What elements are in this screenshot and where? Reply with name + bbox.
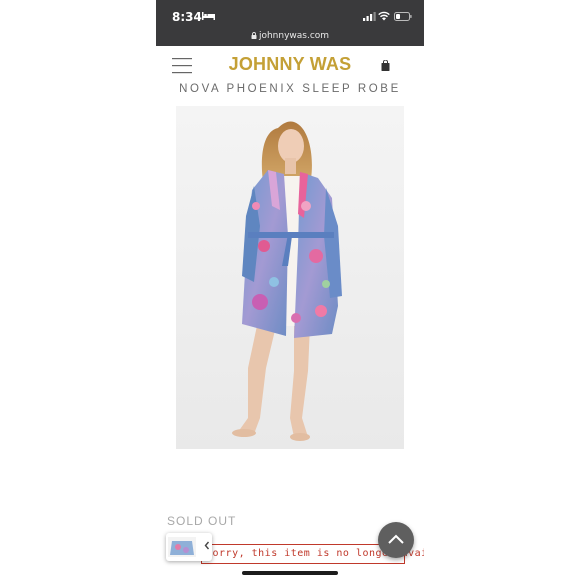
sleep-mode-icon xyxy=(202,12,215,20)
cellular-signal-icon xyxy=(363,12,376,21)
battery-icon xyxy=(394,12,412,21)
lock-icon xyxy=(251,32,257,39)
back-to-top-button[interactable] xyxy=(378,522,414,558)
product-image[interactable] xyxy=(176,106,404,449)
model-in-robe-illustration xyxy=(176,106,404,449)
robe-thumbnail-image xyxy=(168,537,196,557)
product-title: NOVA PHOENIX SLEEP ROBE xyxy=(179,83,401,95)
sold-out-label: SOLD OUT xyxy=(167,514,237,528)
shopping-bag-icon[interactable] xyxy=(381,60,390,71)
unavailable-notice: Sorry, this item is no longer available xyxy=(201,544,424,564)
wifi-icon xyxy=(378,11,390,21)
url-text: johnnywas.com xyxy=(258,31,330,41)
home-indicator[interactable] xyxy=(242,571,338,575)
chevron-left-icon[interactable] xyxy=(204,541,210,550)
phone-screen: 8:34 johnnywas.com JOHNNY WAS NOVA PHOEN… xyxy=(156,0,424,580)
status-bar: 8:34 johnnywas.com xyxy=(156,0,424,46)
address-bar[interactable]: johnnywas.com xyxy=(156,31,424,41)
status-time: 8:34 xyxy=(172,10,202,24)
chevron-up-icon xyxy=(388,534,404,544)
